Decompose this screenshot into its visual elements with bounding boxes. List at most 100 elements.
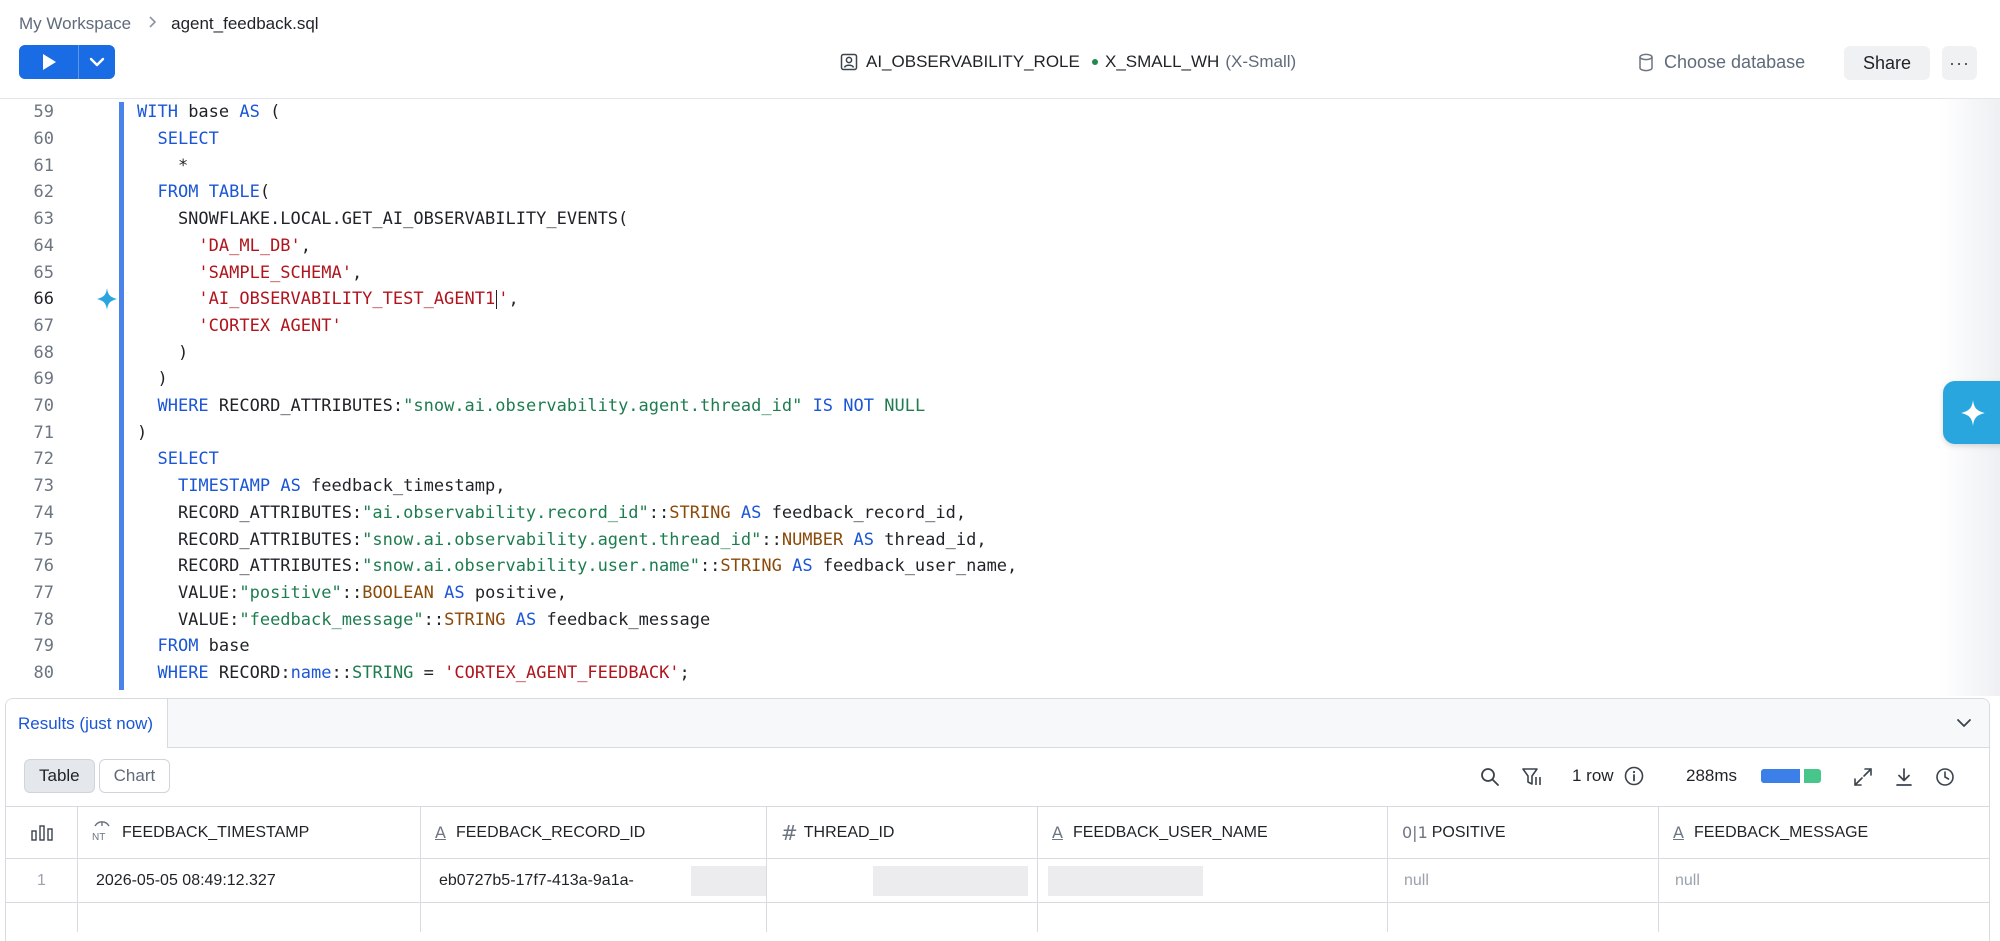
redacted-block [873, 866, 1028, 896]
code-line: 74 RECORD_ATTRIBUTES:"ai.observability.r… [0, 500, 1950, 527]
column-header[interactable]: NT FEEDBACK_TIMESTAMP [78, 807, 421, 858]
line-number: 62 [33, 182, 54, 203]
redacted-block [691, 866, 766, 896]
table-row-empty [6, 902, 1989, 932]
column-name: FEEDBACK_USER_NAME [1072, 823, 1268, 841]
line-number: 66 [33, 289, 54, 310]
results-toolbar: 1 row 288ms [6, 759, 1989, 793]
database-label: Choose database [1664, 51, 1806, 72]
line-number: 69 [33, 369, 54, 390]
table-cell[interactable]: 2026-05-05 08:49:12.327 [78, 859, 421, 902]
breadcrumb: My Workspace agent_feedback.sql [19, 12, 319, 36]
warehouse-name: X_SMALL_WH [1105, 52, 1220, 71]
number-type-icon: # [781, 820, 798, 845]
sql-editor[interactable]: 59 WITH base AS ( 60 SELECT 61 * 62 FROM … [0, 99, 2000, 696]
column-filter-icon[interactable] [1521, 766, 1543, 788]
run-button[interactable] [19, 45, 78, 79]
text-cursor [496, 289, 498, 309]
tab-results[interactable]: Results (just now) [6, 699, 169, 748]
play-icon [42, 54, 56, 70]
line-number: 75 [33, 529, 54, 550]
table-cell[interactable]: eb0727b5-17f7-413a-9a1a- [421, 859, 767, 902]
results-tabbar: Results (just now) [6, 699, 1989, 748]
line-number: 60 [33, 129, 54, 150]
column-header[interactable]: A FEEDBACK_MESSAGE [1659, 807, 1989, 858]
share-button[interactable]: Share [1844, 46, 1930, 80]
column-header[interactable]: A FEEDBACK_RECORD_ID [421, 807, 767, 858]
ai-assistant-button[interactable] [1943, 381, 2000, 444]
code-line: 78 VALUE:"feedback_message"::STRING AS f… [0, 606, 1950, 633]
query-timing-bar[interactable] [1761, 769, 1821, 783]
table-cell[interactable] [1038, 859, 1388, 902]
code-line: 64 'DA_ML_DB', [0, 233, 1950, 260]
column-stats-button[interactable] [6, 807, 78, 858]
line-number: 64 [33, 235, 54, 256]
code-line: 79 FROM base [0, 633, 1950, 660]
line-number: 77 [33, 582, 54, 603]
column-header[interactable]: # THREAD_ID [767, 807, 1038, 858]
code-line: 67 'CORTEX AGENT' [0, 313, 1950, 340]
download-icon[interactable] [1893, 766, 1915, 788]
code-line: 68 ) [0, 339, 1950, 366]
line-number: 71 [33, 422, 54, 443]
table-cell[interactable] [767, 859, 1038, 902]
more-options-button[interactable]: ··· [1942, 46, 1977, 80]
user-badge-icon [840, 53, 858, 71]
run-options-button[interactable] [78, 45, 115, 79]
role-selector[interactable]: AI_OBSERVABILITY_ROLE [840, 45, 1080, 79]
search-icon[interactable] [1479, 766, 1501, 788]
line-number: 70 [33, 396, 54, 417]
run-button-group [19, 45, 115, 79]
line-number: 73 [33, 476, 54, 497]
ai-sparkle-icon[interactable] [92, 286, 122, 313]
expand-icon[interactable] [1852, 766, 1874, 788]
warehouse-selector[interactable]: X_SMALL_WH (X-Small) [1092, 45, 1296, 79]
table-row[interactable]: 1 2026-05-05 08:49:12.327 eb0727b5-17f7-… [6, 858, 1989, 902]
line-number: 63 [33, 209, 54, 230]
line-number: 74 [33, 502, 54, 523]
row-count-label: 1 row [1572, 766, 1614, 785]
info-icon[interactable] [1624, 766, 1644, 786]
code-line: 65 'SAMPLE_SCHEMA', [0, 259, 1950, 286]
timestamp-icon: NT [92, 820, 112, 846]
column-name: THREAD_ID [803, 823, 895, 841]
code-line: 61 * [0, 152, 1950, 179]
database-selector[interactable]: Choose database [1638, 45, 1805, 79]
breadcrumb-workspace[interactable]: My Workspace [19, 14, 131, 34]
boolean-type-icon: 0|1 [1402, 823, 1428, 842]
column-name: POSITIVE [1431, 823, 1506, 841]
code-line: 72 SELECT [0, 446, 1950, 473]
sparkle-icon [1961, 399, 1985, 426]
warehouse-size: (X-Small) [1225, 52, 1297, 71]
code-line: 70 WHERE RECORD_ATTRIBUTES:"snow.ai.obse… [0, 393, 1950, 420]
cell-text: eb0727b5-17f7-413a-9a1a- [439, 871, 634, 889]
table-header-row: NT FEEDBACK_TIMESTAMP A FEEDBACK_RECORD_… [6, 806, 1989, 858]
collapse-results-button[interactable] [1953, 712, 1975, 734]
text-type-icon: A [435, 823, 446, 842]
code-line: 63 SNOWFLAKE.LOCAL.GET_AI_OBSERVABILITY_… [0, 206, 1950, 233]
text-type-icon: A [1673, 823, 1684, 842]
code-line: 77 VALUE:"positive"::BOOLEAN AS positive… [0, 580, 1950, 607]
text-type-icon: A [1052, 823, 1063, 842]
chevron-down-icon [1957, 719, 1971, 727]
history-icon[interactable] [1934, 766, 1956, 788]
role-label: AI_OBSERVABILITY_ROLE [866, 52, 1080, 71]
line-number: 78 [33, 609, 54, 630]
database-icon [1639, 53, 1653, 71]
table-cell[interactable]: null [1388, 859, 1659, 902]
line-number: 68 [33, 342, 54, 363]
column-name: FEEDBACK_TIMESTAMP [122, 823, 310, 841]
redacted-block [1048, 866, 1203, 896]
table-cell[interactable]: null [1659, 859, 1989, 902]
column-stats-icon [30, 824, 53, 841]
code-line: 69 ) [0, 366, 1950, 393]
column-header[interactable]: A FEEDBACK_USER_NAME [1038, 807, 1388, 858]
column-header[interactable]: 0|1 POSITIVE [1388, 807, 1659, 858]
line-number: 80 [33, 663, 54, 684]
row-count: 1 row [1572, 759, 1644, 793]
column-name: FEEDBACK_MESSAGE [1693, 823, 1869, 841]
line-number: 72 [33, 449, 54, 470]
code-line: 80 WHERE RECORD:name::STRING = 'CORTEX_A… [0, 660, 1950, 687]
chevron-down-icon [89, 57, 105, 67]
line-number: 67 [33, 315, 54, 336]
